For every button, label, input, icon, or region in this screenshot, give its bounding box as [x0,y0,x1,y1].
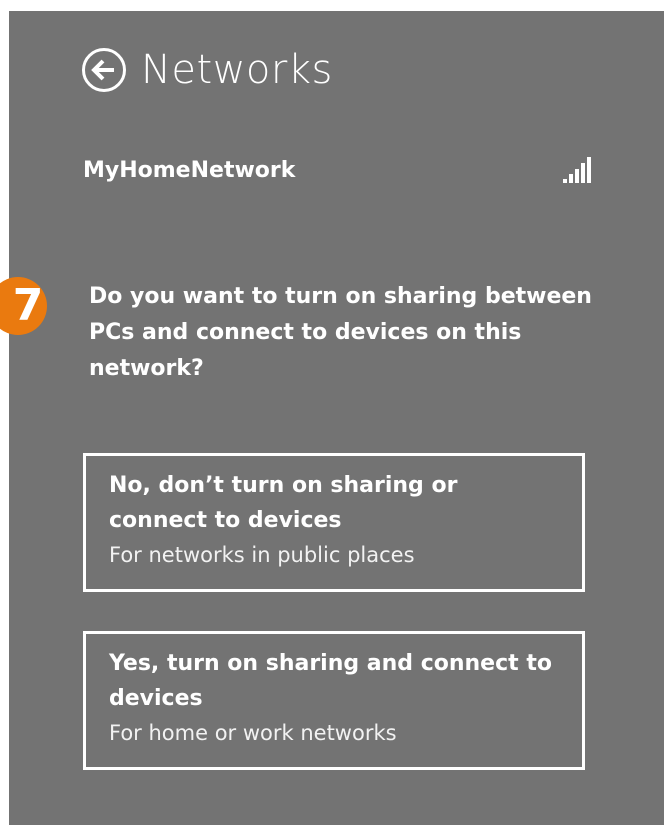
network-sharing-panel: Networks MyHomeNetwork 7 Do you want to … [0,11,664,825]
network-row: MyHomeNetwork [83,152,593,188]
step-number-badge: 7 [0,277,47,335]
option-subtitle: For home or work networks [109,721,397,745]
network-name: MyHomeNetwork [83,157,296,183]
option-title: Yes, turn on sharing and connect to devi… [109,651,552,711]
signal-strength-icon [563,157,591,183]
sharing-question: Do you want to turn on sharing between P… [89,284,592,381]
header: Networks [81,47,333,93]
option-title: No, don’t turn on sharing or connect to … [109,473,458,533]
yes-sharing-button[interactable]: Yes, turn on sharing and connect to devi… [83,631,585,770]
back-arrow-icon[interactable] [81,47,127,93]
no-sharing-button[interactable]: No, don’t turn on sharing or connect to … [83,453,585,592]
page-title: Networks [141,47,333,93]
option-subtitle: For networks in public places [109,543,415,567]
